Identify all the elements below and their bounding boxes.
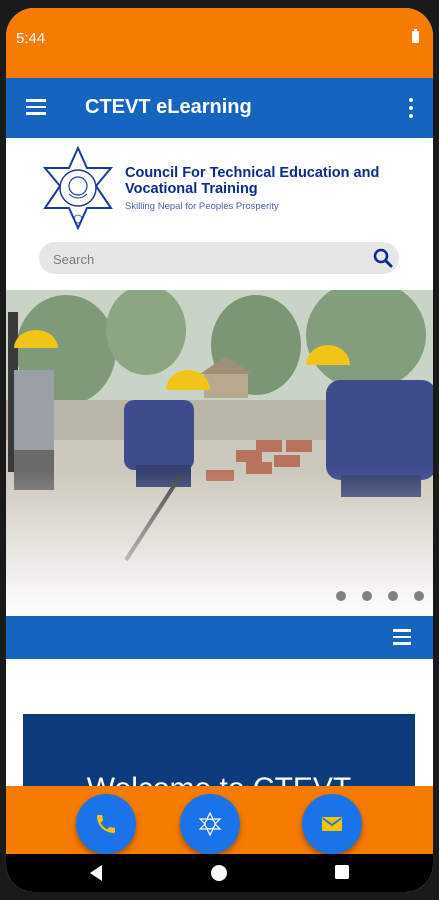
hero-slider[interactable] [6,290,433,616]
home-icon[interactable] [210,864,228,882]
phone-screen: 5:44 CTEVT eLearning Council For Technic… [6,8,433,892]
slide-dot[interactable] [336,591,346,601]
search-icon[interactable] [373,248,393,268]
site-nav-bar [6,616,433,659]
status-bar: 5:44 [6,8,433,78]
email-icon [322,817,342,831]
back-icon[interactable] [88,864,104,882]
call-button[interactable] [76,794,136,854]
ctevt-logo[interactable] [39,146,117,230]
email-button[interactable] [302,794,362,854]
bottom-action-bar [6,786,433,854]
home-emblem-button[interactable] [180,794,240,854]
system-navigation-bar [6,854,433,892]
slide-dot[interactable] [362,591,372,601]
app-title: CTEVT eLearning [85,96,252,118]
app-bar: CTEVT eLearning [6,78,433,138]
status-time: 5:44 [16,30,46,47]
site-menu-icon[interactable] [393,629,411,645]
org-tagline: Skilling Nepal for Peoples Prosperity [125,201,279,212]
search-input[interactable] [51,242,355,276]
search-bar [39,242,399,276]
battery-icon [412,29,419,43]
site-header: Council For Technical Education and Voca… [6,138,433,290]
slide-dot[interactable] [388,591,398,601]
org-name: Council For Technical Education and Voca… [125,165,380,197]
ctevt-emblem-icon [198,812,222,836]
more-vert-icon[interactable] [409,98,413,118]
recents-icon[interactable] [334,864,350,880]
content-area: Welcome to CTEVT [6,659,433,824]
phone-icon [97,815,115,833]
hamburger-menu-icon[interactable] [26,99,46,115]
slide-dot[interactable] [414,591,424,601]
